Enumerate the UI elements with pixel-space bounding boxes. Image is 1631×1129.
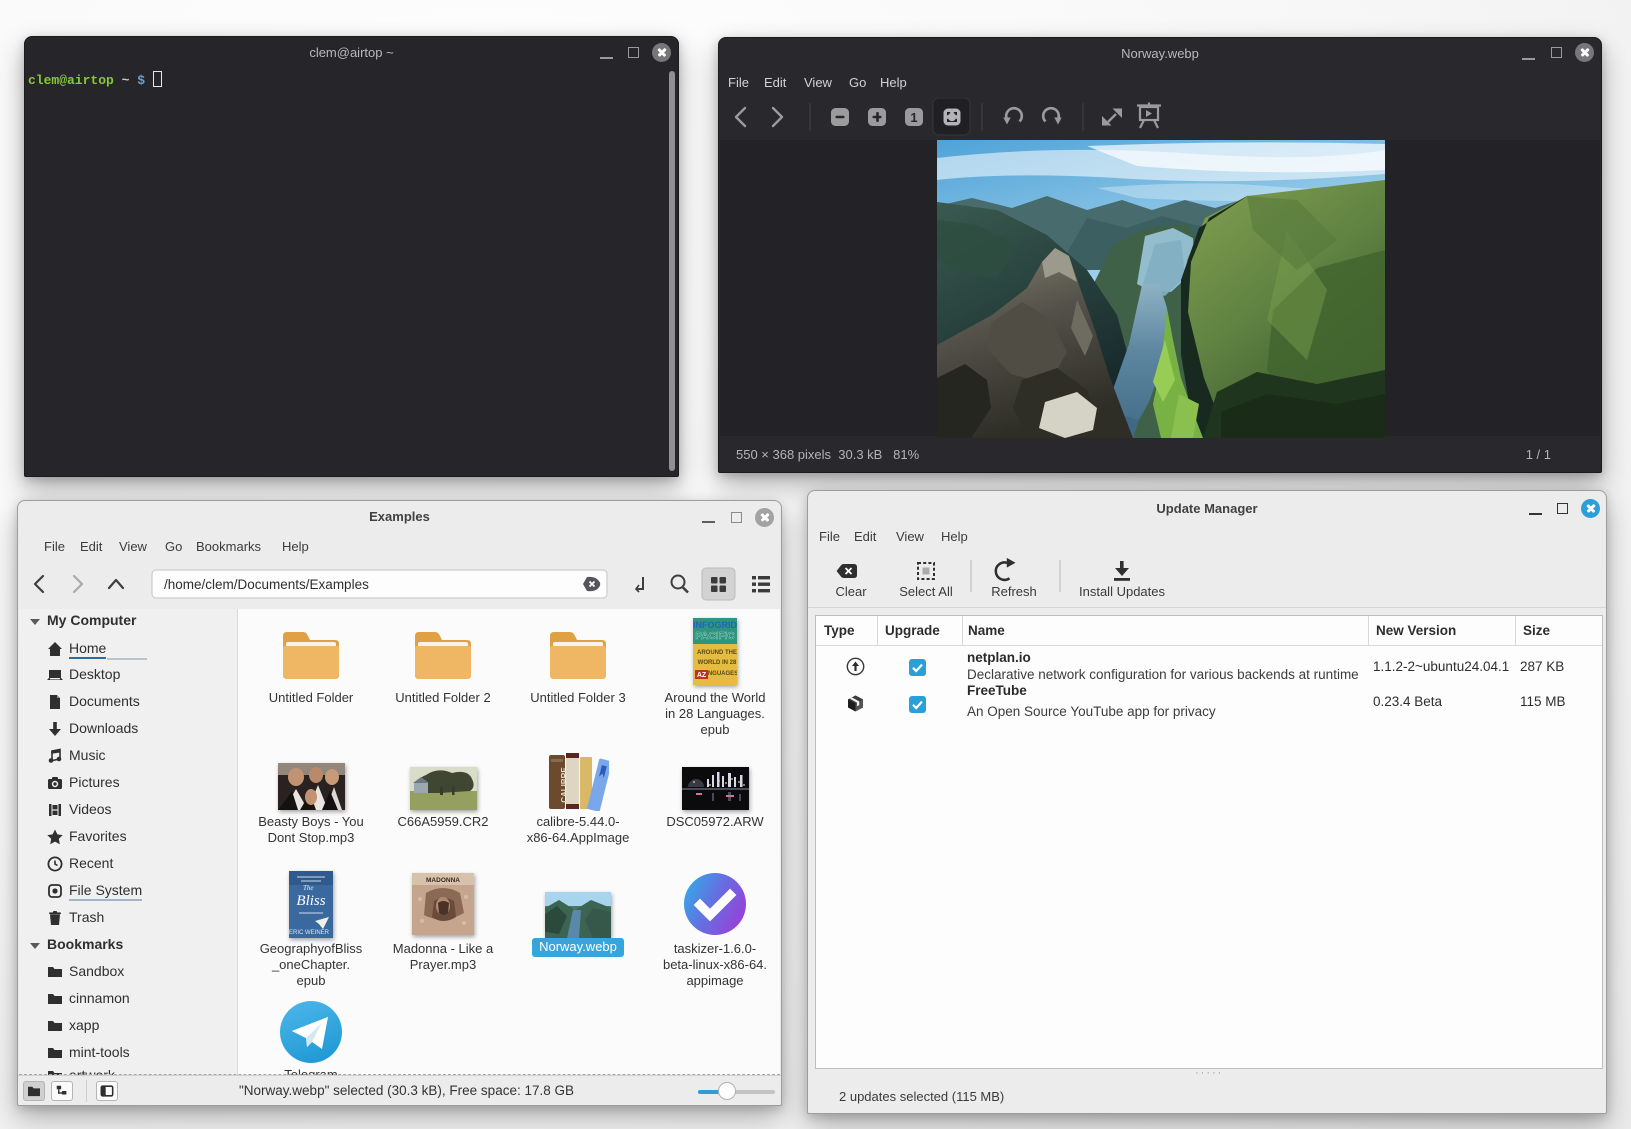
svg-text:INFOGRID: INFOGRID [693,620,737,630]
svg-text:MADONNA: MADONNA [426,877,460,884]
svg-text:WORLD IN 28: WORLD IN 28 [698,660,737,666]
svg-text:/home/clem/Documents/Examples: /home/clem/Documents/Examples [164,577,369,592]
svg-text:ERIC WEINER: ERIC WEINER [289,930,330,936]
svg-text:AROUND THE: AROUND THE [697,650,737,656]
svg-text:Clear: Clear [835,584,867,599]
svg-text:Select All: Select All [899,584,953,599]
svg-text:The: The [303,884,314,892]
svg-text:Bliss: Bliss [296,893,325,909]
svg-text:Refresh: Refresh [991,584,1037,599]
svg-text:Install Updates: Install Updates [1079,584,1165,599]
svg-text:AZ: AZ [697,672,707,679]
svg-text:PACIFIC: PACIFIC [695,631,734,642]
svg-text:1: 1 [910,110,917,125]
